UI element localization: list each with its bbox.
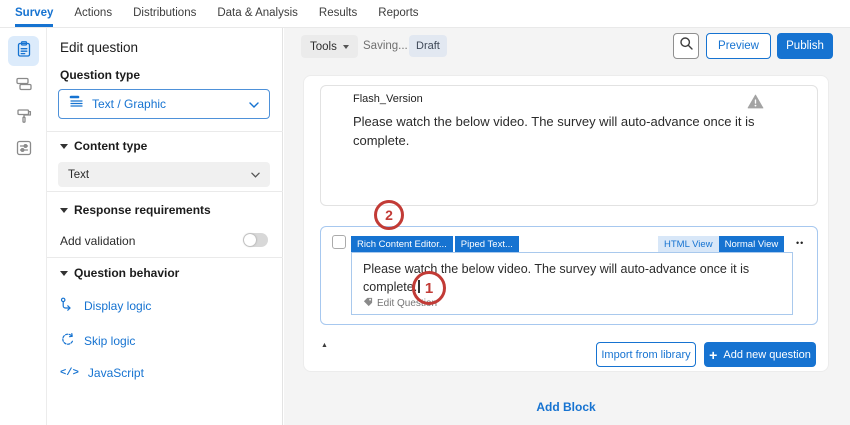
chevron-down-icon [343,45,349,49]
piped-text-tab[interactable]: Piped Text... [455,236,519,252]
collapse-triangle-icon [60,271,68,276]
response-requirements-label: Response requirements [74,203,211,217]
nav-tab-results[interactable]: Results [319,0,357,27]
display-logic-label: Display logic [84,299,151,313]
javascript-label: JavaScript [88,366,144,380]
question-behavior-label: Question behavior [74,266,179,280]
blocks-flow-icon [15,75,33,98]
search-icon [679,36,694,56]
html-view-tab[interactable]: HTML View [658,236,719,252]
editor-tool-tabs: Rich Content Editor... Piped Text... [351,236,519,252]
collapse-triangle-icon [60,144,68,149]
text-graphic-icon [69,94,84,114]
add-new-question-label: Add new question [723,349,810,361]
content-type-select[interactable]: Text [58,162,270,187]
skip-logic-label: Skip logic [84,334,135,348]
question-card-flash-version[interactable]: Flash_Version Please watch the below vid… [320,85,818,206]
left-icon-rail [0,28,47,425]
publish-button[interactable]: Publish [777,33,833,59]
clipboard-builder-icon [15,40,33,63]
tools-label: Tools [310,41,337,53]
add-validation-label: Add validation [60,234,135,248]
content-type-value: Text [68,169,89,181]
panel-title: Edit question [60,40,138,55]
branch-arrow-icon [60,297,75,315]
draft-badge: Draft [409,35,447,57]
add-block-link[interactable]: Add Block [303,400,829,414]
qualtrics-survey-editor: Survey Actions Distributions Data & Anal… [0,0,850,425]
skip-logic-link[interactable]: Skip logic [60,332,135,350]
javascript-link[interactable]: </> JavaScript [60,366,144,380]
nav-tab-survey[interactable]: Survey [15,0,53,27]
nav-tab-distributions[interactable]: Distributions [133,0,196,27]
normal-view-tab[interactable]: Normal View [719,236,785,252]
rail-item-survey-flow[interactable] [8,71,39,101]
tools-button[interactable]: Tools [301,35,358,58]
search-button[interactable] [673,33,699,59]
divider [47,257,283,258]
annotation-circle-2: 2 [374,200,404,230]
content-type-section-header[interactable]: Content type [60,139,147,153]
import-from-library-button[interactable]: Import from library [596,342,696,367]
saving-status: Saving... [363,40,408,52]
question-type-select[interactable]: Text / Graphic [58,89,270,119]
display-logic-link[interactable]: Display logic [60,297,151,315]
question-name: Flash_Version [353,93,423,105]
response-requirements-section-header[interactable]: Response requirements [60,203,211,217]
edit-question-panel: Edit question Question type Text / Graph… [47,28,283,425]
collapse-block-icon[interactable]: ▲ [321,342,328,349]
settings-sliders-icon [15,139,33,162]
rail-item-survey-builder[interactable] [8,36,39,66]
toggle-knob [244,234,256,246]
survey-canvas: Tools Saving... Draft Preview Publish Fl… [284,28,850,425]
view-mode-tabs: HTML View Normal View [658,236,784,252]
rich-content-editor-tab[interactable]: Rich Content Editor... [351,236,453,252]
chevron-down-icon [249,95,259,113]
nav-tab-reports[interactable]: Reports [378,0,418,27]
plus-icon: + [709,350,717,360]
preview-button[interactable]: Preview [706,33,771,59]
skip-loop-icon [60,332,75,350]
top-nav: Survey Actions Distributions Data & Anal… [0,0,850,28]
divider [47,191,283,192]
more-options-icon[interactable]: •• [796,238,804,248]
question-select-checkbox[interactable] [332,235,346,249]
code-icon: </> [60,367,79,379]
add-new-question-button[interactable]: + Add new question [704,342,816,367]
collapse-triangle-icon [60,208,68,213]
chevron-down-icon [251,169,260,181]
question-text: Please watch the below video. The survey… [353,112,808,150]
question-type-label: Question type [60,68,140,82]
rail-item-look-and-feel[interactable] [8,103,39,133]
nav-tab-actions[interactable]: Actions [74,0,112,27]
annotation-circle-1: 1 [412,271,446,305]
question-type-value: Text / Graphic [92,97,241,111]
rail-item-survey-options[interactable] [8,135,39,165]
nav-tab-data-analysis[interactable]: Data & Analysis [217,0,298,27]
question-card-editing[interactable]: Rich Content Editor... Piped Text... HTM… [320,226,818,325]
content-type-label: Content type [74,139,147,153]
paint-roller-icon [15,107,33,130]
warning-icon[interactable] [747,93,764,110]
question-behavior-section-header[interactable]: Question behavior [60,266,179,280]
add-validation-toggle[interactable] [243,233,268,247]
tag-icon [363,297,373,310]
divider [47,131,283,132]
